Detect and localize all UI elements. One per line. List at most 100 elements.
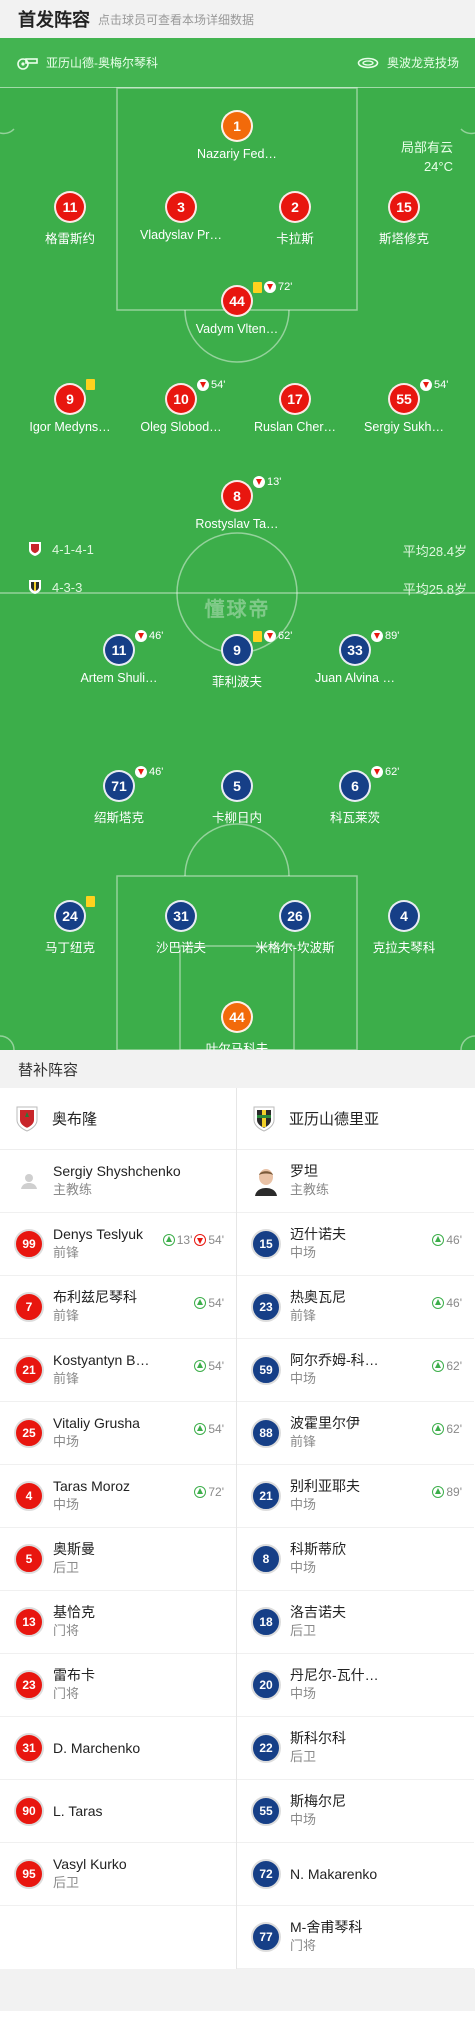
player-position: 后卫 [290,1623,317,1638]
player-number-badge: 5 [14,1544,44,1574]
away-formation: 4-3-3 [28,579,82,595]
away-crest-icon [29,580,41,594]
player-events: 62' [430,1422,462,1436]
event-minute: 54' [211,379,226,391]
player-name: 雷布卡 [53,1667,95,1683]
sub-player-row[interactable]: 99 Denys Teslyuk 前锋 13' 54' [0,1213,236,1276]
sub-out-icon [135,630,147,642]
pitch-player[interactable]: 1 Nazariy Fed… [177,110,297,161]
pitch-player[interactable]: 9 Igor Medyns… [10,379,130,434]
pitch-player[interactable]: 6 科瓦莱茨 62' [295,766,415,826]
home-subs-column: 奥布隆 Sergiy Shyshchenko 主教练 99 Denys Tesly… [0,1088,237,1969]
player-number-badge: 23 [14,1670,44,1700]
sub-player-row[interactable]: 22 斯科尔科 后卫 [237,1717,474,1780]
event-minute: 72' [278,281,293,293]
player-name: Vadym Vlten… [195,322,279,336]
player-number: 15 [388,191,420,223]
player-number-badge: 25 [14,1418,44,1448]
away-team-name: 亚历山德里亚 [289,1111,380,1128]
player-name: Denys Teslyuk [53,1226,144,1242]
sub-player-row[interactable]: 7 布利兹尼琴科 前锋 54' [0,1276,236,1339]
pitch-player[interactable]: 44 叶尔马科夫 [177,1001,297,1050]
home-avg-age: 平均28.4岁 [402,544,467,559]
pitch-player[interactable]: 17 Ruslan Cher… [235,383,355,434]
sub-in-icon [194,1486,207,1498]
subs-header: 替补阵容 [0,1050,475,1088]
event-minute: 46' [446,1233,462,1247]
player-name: 奥斯曼 [53,1541,95,1557]
player-events: 46' [430,1296,462,1310]
player-events: 89' [371,630,399,642]
sub-out-icon [253,476,265,488]
event-minute: 13' [176,1233,193,1247]
player-name: Sergiy Sukh… [364,420,444,434]
away-team-row[interactable]: 亚历山德里亚 [237,1088,474,1150]
pitch-player[interactable]: 71 绍斯塔克 46' [59,766,179,826]
player-number-badge: 15 [251,1229,281,1259]
sub-player-row[interactable]: 23 雷布卡 门将 [0,1654,236,1717]
pitch-player[interactable]: 15 斯塔修克 [344,191,464,247]
player-position: 前锋 [53,1371,80,1386]
sub-player-row[interactable]: 55 斯梅尔尼 中场 [237,1780,474,1843]
player-number-badge: 90 [14,1796,44,1826]
away-coach-row[interactable]: 罗坦 主教练 [237,1150,474,1213]
pitch-player[interactable]: 3 Vladyslav Pr… [121,191,241,242]
player-name: Artem Shuli… [80,671,158,685]
pitch-player[interactable]: 24 马丁纽克 [10,896,130,956]
player-name: 沙巴诺夫 [155,941,206,955]
home-formation-text: 4-1-4-1 [52,541,94,557]
sub-player-row[interactable]: 8 科斯蒂欣 中场 [237,1528,474,1591]
player-name: 布利兹尼琴科 [53,1289,137,1305]
away-coach-role: 主教练 [290,1182,330,1197]
sub-player-row[interactable]: 23 热奥瓦尼 前锋 46' [237,1276,474,1339]
away-team-crest-icon [253,1106,275,1132]
sub-player-row[interactable]: 5 奥斯曼后卫 [0,1528,236,1591]
pitch-player[interactable]: 5 卡柳日内 [177,770,297,826]
pitch-player[interactable]: 4 克拉夫琴科 [344,900,464,956]
home-team-row[interactable]: 奥布隆 [0,1088,236,1150]
pitch-player[interactable]: 11 Artem Shuli… 46' [59,630,179,685]
sub-player-row[interactable]: 21 别利亚耶夫 中场 89' [237,1465,474,1528]
sub-player-row[interactable]: 13 基恰克 门将 [0,1591,236,1654]
sub-player-row[interactable]: 15 迈什诺夫 中场 46' [237,1213,474,1276]
pitch-player[interactable]: 10 Oleg Slobod… 54' [121,379,241,434]
sub-player-row[interactable]: 25 Vitaliy Grusha 中场 54' [0,1402,236,1465]
player-position: 后卫 [53,1875,80,1890]
player-number-badge: 95 [14,1859,44,1889]
pitch-player[interactable]: 26 米格尔-坎波斯 [235,900,355,956]
pitch-player[interactable]: 9 菲利波夫 62' [177,630,297,690]
player-events: 54' [192,1359,224,1373]
pitch-player[interactable]: 33 Juan Alvina … 89' [295,630,415,685]
coach-photo-icon [255,1169,277,1196]
pitch-player[interactable]: 31 沙巴诺夫 [121,900,241,956]
home-coach-row[interactable]: Sergiy Shyshchenko 主教练 [0,1150,236,1213]
player-events: 46' [135,766,163,778]
sub-player-row[interactable]: 4 Taras Moroz 中场 72' [0,1465,236,1528]
event-minute: 54' [208,1422,224,1436]
pitch-player[interactable]: 2 卡拉斯 [235,191,355,247]
sub-player-row[interactable]: 31 D. Marchenko [0,1717,236,1780]
player-name: 科瓦莱茨 [329,811,380,825]
player-events: 62' [371,766,399,778]
player-events: 89' [430,1485,462,1499]
sub-player-row[interactable]: 20 丹尼尔-瓦什… 中场 [237,1654,474,1717]
player-position: 后卫 [53,1560,80,1575]
player-name: Rostyslav Ta… [195,517,279,531]
player-events: 54' [420,379,448,391]
pitch-player[interactable]: 55 Sergiy Sukh… 54' [344,379,464,434]
pitch-player[interactable]: 8 Rostyslav Ta… 13' [177,476,297,531]
player-number: 33 [339,634,371,666]
sub-player-row[interactable]: 21 Kostyantyn B… 前锋 54' [0,1339,236,1402]
sub-player-row[interactable]: 77 M-舍甫琴科 门将 [237,1906,474,1969]
sub-player-row[interactable]: 90 L. Taras [0,1780,236,1843]
player-events: 13' [253,476,281,488]
player-number-badge: 59 [251,1355,281,1385]
sub-player-row[interactable]: 18 洛吉诺夫 后卫 [237,1591,474,1654]
sub-player-row[interactable]: 88 波霍里尔伊 前锋 62' [237,1402,474,1465]
player-events: 46' [135,630,163,642]
pitch-player[interactable]: 44 Vadym Vlten… 72' [177,281,297,336]
sub-player-row[interactable]: 95 Vasyl Kurko 后卫 [0,1843,236,1906]
sub-player-row[interactable]: 72 N. Makarenko [237,1843,474,1906]
sub-player-row[interactable]: 59 阿尔乔姆-科… 中场 62' [237,1339,474,1402]
pitch-player[interactable]: 11 格雷斯约 [10,191,130,247]
